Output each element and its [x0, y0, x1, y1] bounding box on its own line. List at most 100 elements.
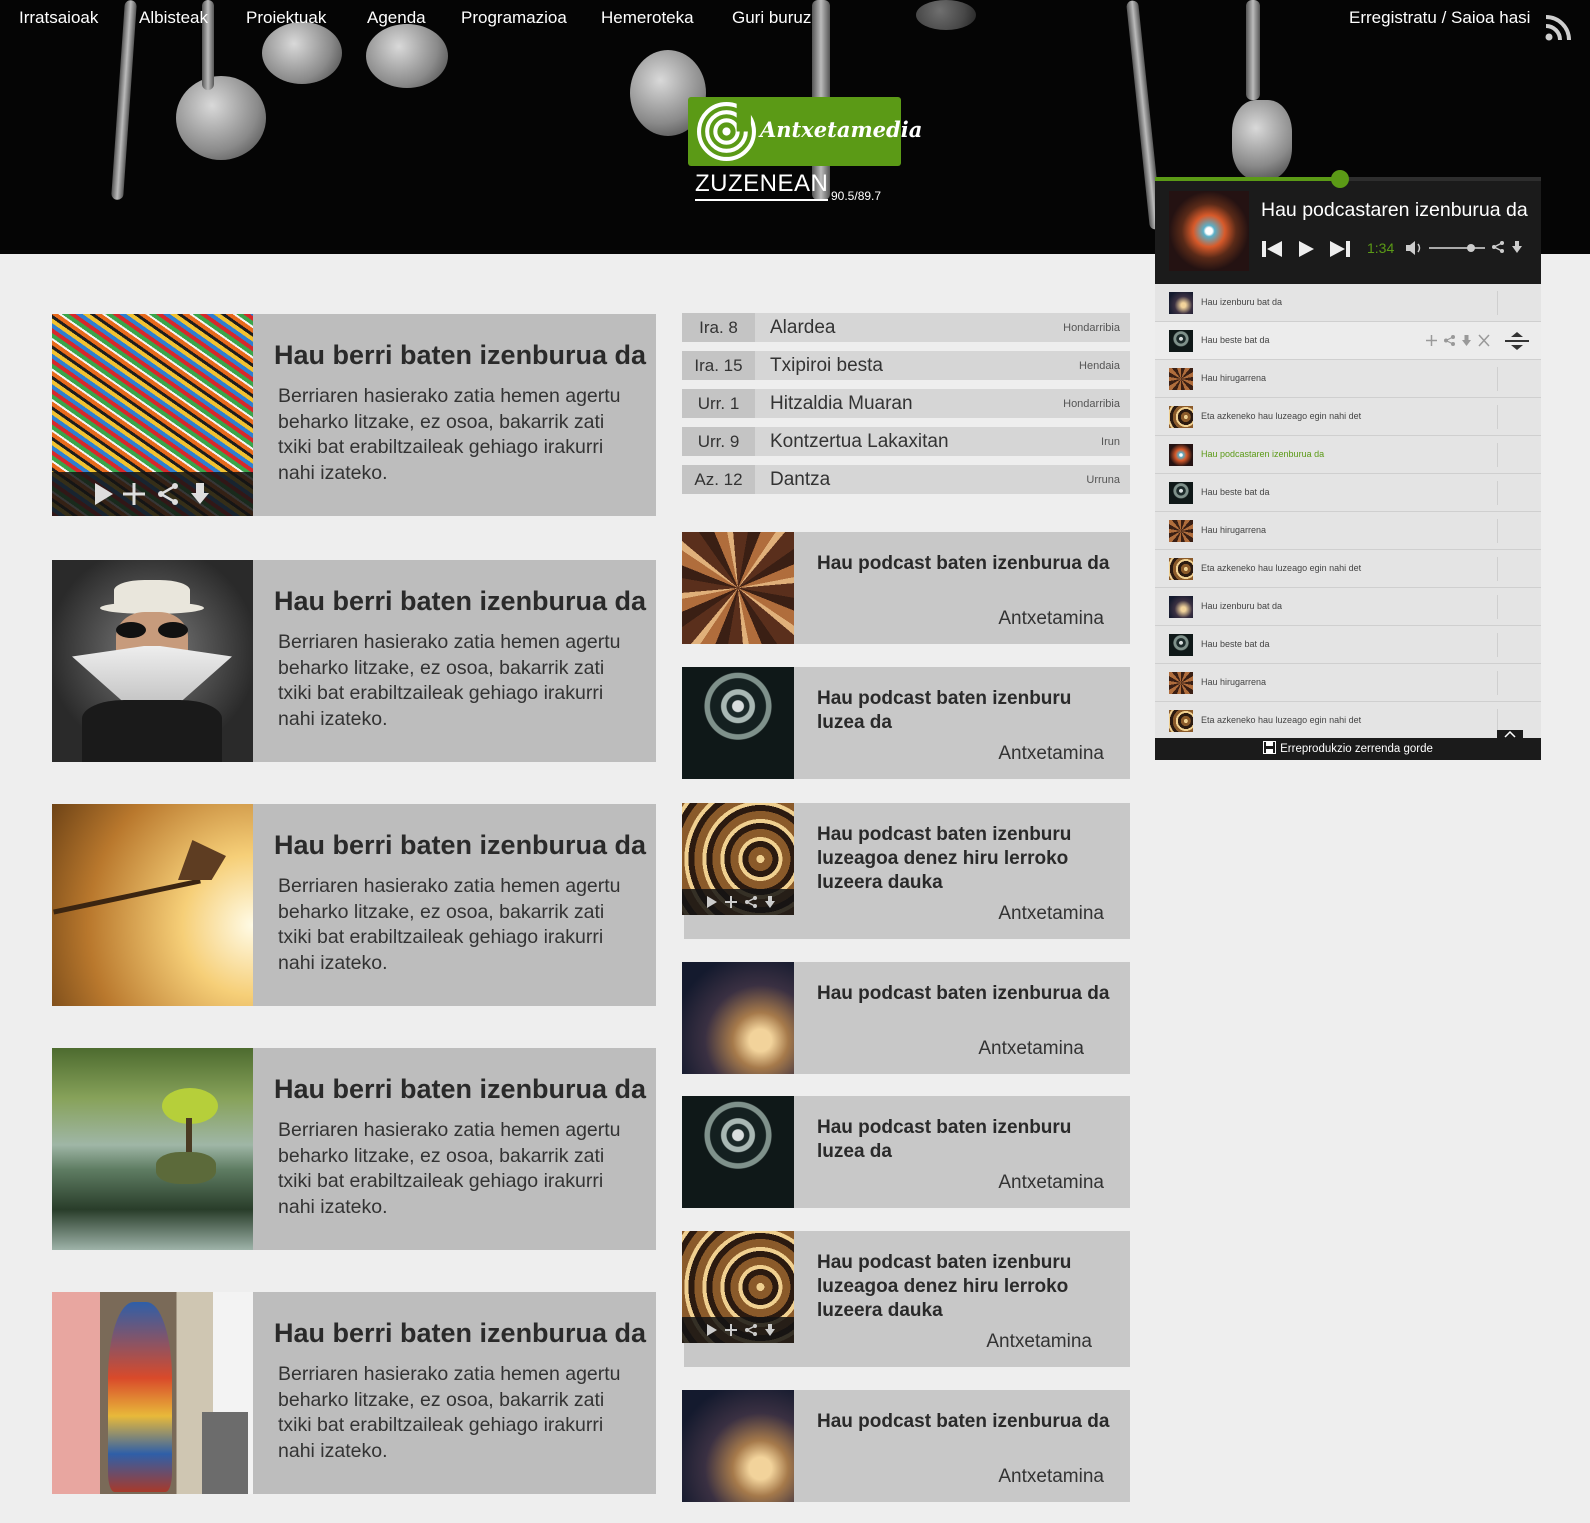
playlist-item[interactable]: Hau hirugarrena [1155, 664, 1541, 702]
progress-handle[interactable] [1331, 170, 1350, 188]
podcast-author[interactable]: Antxetamina [986, 1331, 1092, 1353]
agenda-event-name[interactable]: Hitzaldia Muaran [770, 393, 913, 415]
volume-handle[interactable] [1467, 244, 1475, 252]
podcast-title[interactable]: Hau podcast baten izenburu luzeagoa dene… [817, 823, 1117, 895]
volume-slider[interactable] [1429, 244, 1485, 252]
live-link[interactable]: ZUZENEAN [695, 170, 829, 201]
podcast-author[interactable]: Antxetamina [978, 1038, 1084, 1060]
news-title[interactable]: Hau berri baten izenburua da [274, 586, 646, 617]
playlist-item[interactable]: Hau podcastaren izenburua da [1155, 436, 1541, 474]
podcast-card[interactable]: Hau podcast baten izenburu luzeagoa dene… [682, 803, 1130, 939]
news-image[interactable] [52, 1292, 253, 1494]
play-icon[interactable] [94, 482, 114, 506]
podcast-author[interactable]: Antxetamina [998, 1466, 1104, 1488]
podcast-title[interactable]: Hau podcast baten izenburu luzea da [817, 687, 1117, 735]
podcast-cover[interactable] [682, 1231, 794, 1343]
nav-item-programazioa[interactable]: Programazioa [461, 8, 567, 28]
download-icon[interactable] [1511, 240, 1523, 254]
nav-item-albisteak[interactable]: Albisteak [139, 8, 208, 28]
play-icon[interactable] [706, 1323, 718, 1337]
add-icon[interactable] [122, 482, 146, 506]
podcast-card[interactable]: Hau podcast baten izenburua da Antxetami… [682, 962, 1130, 1074]
download-icon[interactable] [190, 482, 210, 506]
podcast-card[interactable]: Hau podcast baten izenburu luzea da Antx… [682, 1096, 1130, 1208]
playlist-item[interactable]: Hau beste bat da [1155, 474, 1541, 512]
login-link[interactable]: Erregistratu / Saioa hasi [1349, 8, 1530, 28]
podcast-author[interactable]: Antxetamina [998, 743, 1104, 765]
share-icon[interactable] [156, 482, 180, 506]
playlist-item[interactable]: Eta azkeneko hau luzeago egin nahi det [1155, 702, 1541, 738]
reorder-handle[interactable] [1504, 330, 1530, 352]
podcast-author[interactable]: Antxetamina [998, 903, 1104, 925]
add-icon[interactable] [724, 1323, 738, 1337]
news-title[interactable]: Hau berri baten izenburua da [274, 830, 646, 861]
agenda-event-name[interactable]: Alardea [770, 317, 836, 339]
news-image[interactable] [52, 560, 253, 762]
site-logo[interactable]: Antxetamedia [688, 97, 922, 166]
remove-icon[interactable] [1478, 334, 1490, 347]
podcast-card[interactable]: Hau podcast baten izenburua da Antxetami… [682, 1390, 1130, 1502]
news-card[interactable]: Hau berri baten izenburua da Berriaren h… [52, 314, 656, 516]
add-icon[interactable] [1425, 334, 1438, 347]
previous-icon[interactable] [1261, 240, 1283, 258]
nav-item-agenda[interactable]: Agenda [367, 8, 426, 28]
playlist-item[interactable]: Hau beste bat da [1155, 626, 1541, 664]
podcast-card[interactable]: Hau podcast baten izenburua da Antxetami… [682, 532, 1130, 644]
news-card[interactable]: Hau berri baten izenburua da Berriaren h… [52, 804, 656, 1006]
add-icon[interactable] [724, 895, 738, 909]
news-title[interactable]: Hau berri baten izenburua da [274, 1074, 646, 1105]
news-card[interactable]: Hau berri baten izenburua da Berriaren h… [52, 1292, 656, 1494]
playlist-item[interactable]: Eta azkeneko hau luzeago egin nahi det [1155, 398, 1541, 436]
download-icon[interactable] [764, 1323, 776, 1337]
playlist-item[interactable]: Hau hirugarrena [1155, 360, 1541, 398]
podcast-title[interactable]: Hau podcast baten izenburu luzea da [817, 1116, 1117, 1164]
agenda-event-name[interactable]: Txipiroi besta [770, 355, 883, 377]
rss-icon[interactable] [1544, 14, 1572, 42]
podcast-title[interactable]: Hau podcast baten izenburua da [817, 552, 1117, 576]
podcast-cover[interactable] [682, 803, 794, 915]
podcast-author[interactable]: Antxetamina [998, 1172, 1104, 1194]
share-icon[interactable] [744, 895, 758, 909]
podcast-cover[interactable] [682, 1390, 794, 1502]
podcast-title[interactable]: Hau podcast baten izenburu luzeagoa dene… [817, 1251, 1117, 1323]
news-image[interactable] [52, 1048, 253, 1250]
news-title[interactable]: Hau berri baten izenburua da [274, 340, 646, 371]
play-icon[interactable] [1297, 240, 1315, 258]
next-icon[interactable] [1329, 240, 1351, 258]
nav-item-hemeroteka[interactable]: Hemeroteka [601, 8, 694, 28]
share-icon[interactable] [1443, 334, 1456, 347]
news-card[interactable]: Hau berri baten izenburua da Berriaren h… [52, 560, 656, 762]
nav-item-proiektuak[interactable]: Proiektuak [246, 8, 326, 28]
playlist-item[interactable]: Hau izenburu bat da [1155, 588, 1541, 626]
agenda-row[interactable]: Ira. 8 Alardea Hondarribia [682, 313, 1130, 342]
collapse-tab[interactable] [1497, 730, 1523, 740]
volume-icon[interactable] [1405, 240, 1423, 256]
podcast-cover[interactable] [682, 962, 794, 1074]
news-image[interactable] [52, 314, 253, 516]
save-playlist-button[interactable]: Erreprodukzio zerrenda gorde [1155, 738, 1541, 760]
download-icon[interactable] [1461, 334, 1472, 347]
news-card[interactable]: Hau berri baten izenburua da Berriaren h… [52, 1048, 656, 1250]
agenda-event-name[interactable]: Kontzertua Lakaxitan [770, 431, 949, 453]
playlist-item[interactable]: Eta azkeneko hau luzeago egin nahi det [1155, 550, 1541, 588]
progress-bar[interactable] [1155, 170, 1541, 188]
agenda-row[interactable]: Urr. 9 Kontzertua Lakaxitan Irun [682, 427, 1130, 456]
nav-item-irratsaioak[interactable]: Irratsaioak [19, 8, 98, 28]
podcast-card[interactable]: Hau podcast baten izenburu luzeagoa dene… [682, 1231, 1130, 1367]
agenda-row[interactable]: Ira. 15 Txipiroi besta Hendaia [682, 351, 1130, 380]
share-icon[interactable] [744, 1323, 758, 1337]
nav-item-guri-buruz[interactable]: Guri buruz [732, 8, 811, 28]
agenda-event-name[interactable]: Dantza [770, 469, 830, 491]
agenda-row[interactable]: Urr. 1 Hitzaldia Muaran Hondarribia [682, 389, 1130, 418]
playlist-item[interactable]: Hau beste bat da [1155, 322, 1541, 360]
news-title[interactable]: Hau berri baten izenburua da [274, 1318, 646, 1349]
podcast-title[interactable]: Hau podcast baten izenburua da [817, 1410, 1117, 1434]
download-icon[interactable] [764, 895, 776, 909]
podcast-title[interactable]: Hau podcast baten izenburua da [817, 982, 1117, 1006]
share-icon[interactable] [1491, 240, 1505, 254]
playlist-item[interactable]: Hau izenburu bat da [1155, 284, 1541, 322]
podcast-cover[interactable] [682, 532, 794, 644]
podcast-cover[interactable] [682, 1096, 794, 1208]
podcast-cover[interactable] [682, 667, 794, 779]
podcast-card[interactable]: Hau podcast baten izenburu luzea da Antx… [682, 667, 1130, 779]
